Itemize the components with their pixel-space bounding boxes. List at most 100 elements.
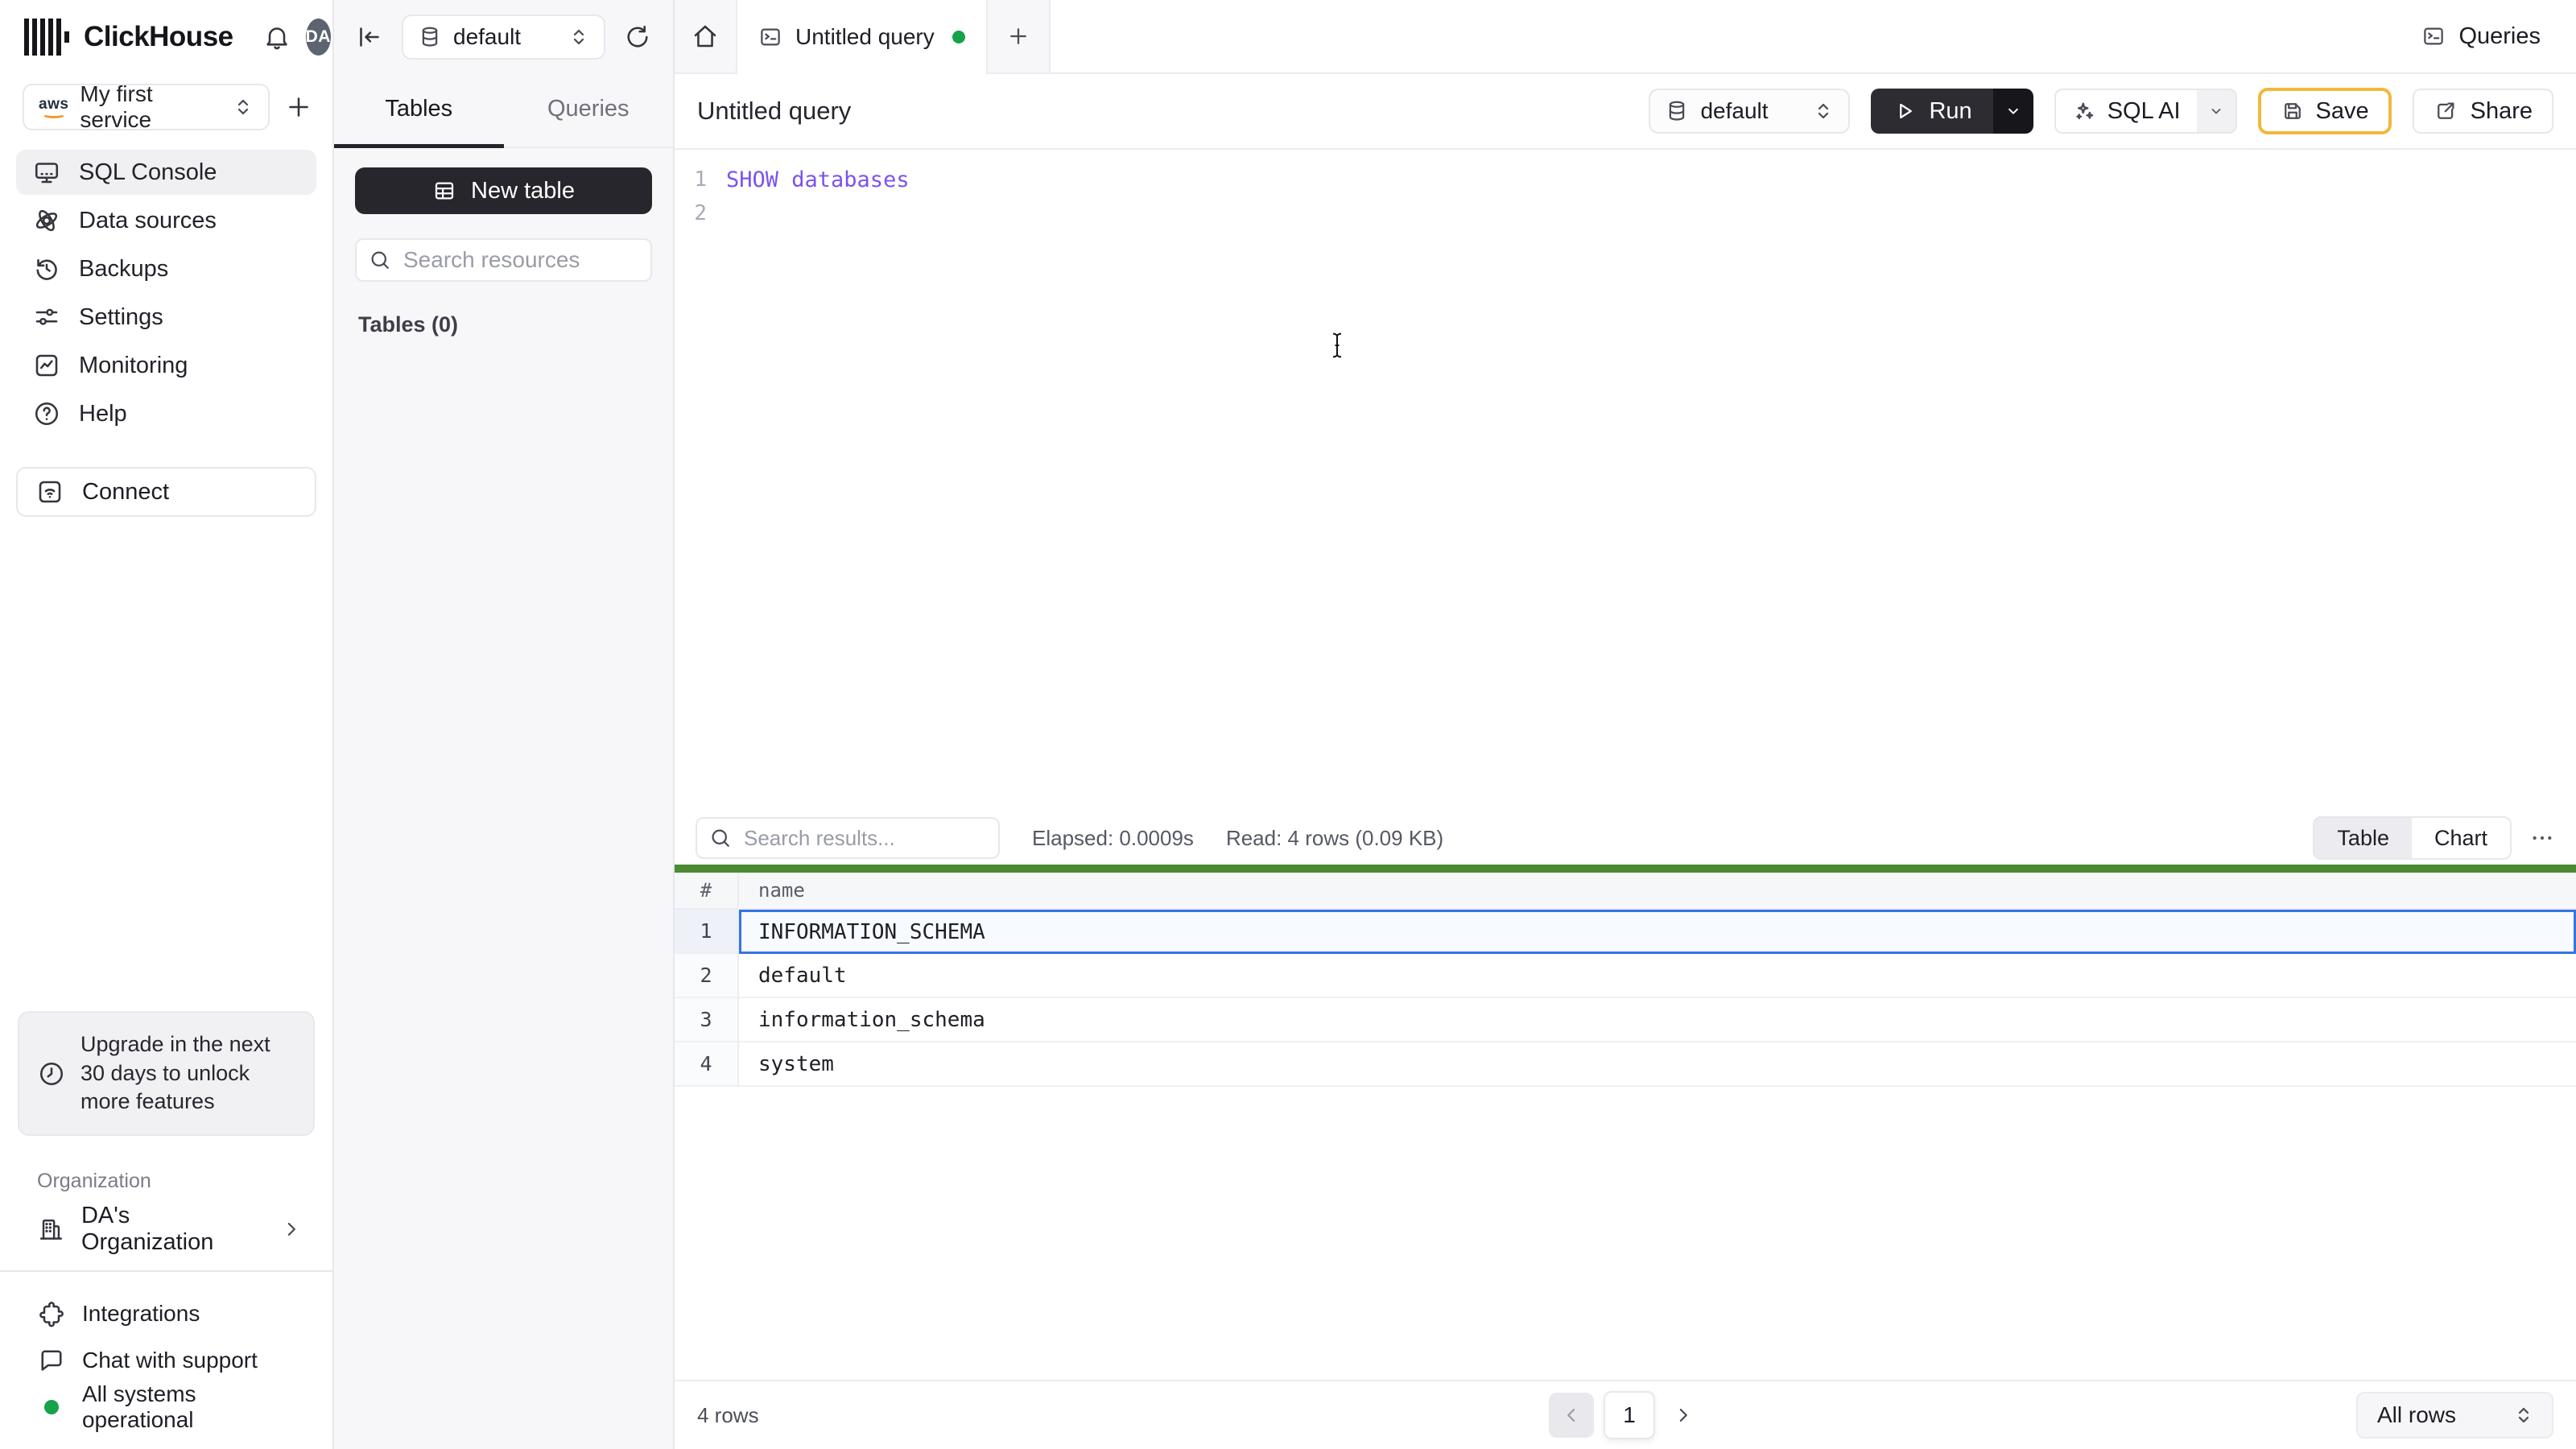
service-name: My first service (80, 81, 153, 132)
add-service-button[interactable] (284, 93, 313, 122)
organization-section-label: Organization (37, 1170, 151, 1192)
collapse-panel-icon[interactable] (355, 23, 384, 52)
read-stat: Read: 4 rows (0.09 KB) (1225, 825, 1444, 850)
terminal-icon (761, 28, 780, 46)
save-button[interactable]: Save (2257, 88, 2392, 134)
chevron-updown-icon (567, 25, 591, 49)
results-table: # name 1 INFORMATION_SCHEMA 2 default 3 … (675, 873, 2576, 1087)
backups-icon (36, 258, 57, 280)
cell-database-name[interactable]: default (739, 954, 2576, 998)
toggle-table[interactable]: Table (2314, 818, 2412, 858)
sidebar-item-settings[interactable]: Settings (16, 295, 316, 340)
integrations-link[interactable]: Integrations (37, 1293, 313, 1335)
sql-editor[interactable]: 1 SHOW databases 2 (675, 150, 2576, 811)
building-icon (39, 1219, 63, 1240)
query-success-bar (675, 865, 2576, 873)
cell-database-name[interactable]: INFORMATION_SCHEMA (739, 910, 2576, 954)
database-name: default (453, 24, 522, 49)
sidebar: ClickHouse DA aws My first service SQL C… (0, 0, 334, 1449)
sidebar-item-monitoring[interactable]: Monitoring (16, 343, 316, 388)
explorer-topbar: default (334, 0, 673, 74)
organization-row[interactable]: DA's Organization (0, 1203, 332, 1255)
unsaved-changes-dot (952, 31, 965, 43)
new-table-button[interactable]: New table (355, 167, 652, 214)
sql-ai-button[interactable]: SQL AI (2056, 90, 2197, 132)
page-size-selector[interactable]: All rows (2356, 1392, 2553, 1439)
upgrade-text: Upgrade in the next 30 days to unlock mo… (80, 1032, 270, 1114)
terminal-icon (2424, 27, 2444, 45)
monitoring-icon (35, 354, 58, 377)
query-database-selector[interactable]: default (1649, 89, 1851, 134)
table-row[interactable]: 1 INFORMATION_SCHEMA (675, 910, 2576, 954)
line-number: 2 (694, 201, 707, 225)
search-results-input[interactable]: Search results... (696, 817, 1000, 859)
new-tab-button[interactable] (988, 0, 1051, 72)
system-status[interactable]: All systems operational (37, 1381, 313, 1432)
name-column-header[interactable]: name (739, 873, 2576, 908)
database-icon (422, 27, 438, 47)
results-panel: Search results... Elapsed: 0.0009s Read:… (675, 811, 2576, 1449)
notifications-bell-icon[interactable] (262, 23, 291, 52)
chevron-right-icon (279, 1217, 303, 1241)
explorer-tabs: Tables Queries (334, 74, 673, 148)
run-options-button[interactable] (1992, 89, 2033, 134)
database-selector[interactable]: default (402, 14, 605, 60)
queries-button[interactable]: Queries (2410, 15, 2552, 58)
next-page-button[interactable] (1665, 1393, 1702, 1438)
sql-code: SHOW databases (726, 167, 910, 192)
query-title[interactable]: Untitled query (697, 97, 851, 126)
connect-icon (39, 481, 61, 503)
search-results-placeholder: Search results... (744, 825, 895, 850)
sidebar-item-sql-console[interactable]: SQL Console (16, 150, 316, 195)
service-selector[interactable]: aws My first service (23, 81, 270, 132)
search-resources-placeholder: Search resources (403, 247, 580, 272)
tab-untitled-query[interactable]: Untitled query (737, 0, 988, 74)
sql-ai-button-group: SQL AI (2054, 89, 2237, 134)
save-icon (2284, 103, 2301, 119)
current-page-button[interactable]: 1 (1604, 1391, 1655, 1439)
query-header: Untitled query default Run SQL AI Save S… (675, 74, 2576, 150)
home-tab-button[interactable] (675, 0, 737, 72)
sidebar-item-help[interactable]: Help (16, 391, 316, 436)
clickhouse-console-app: ClickHouse DA aws My first service SQL C… (0, 0, 2576, 1449)
cell-database-name[interactable]: system (739, 1042, 2576, 1087)
table-row[interactable]: 3 information_schema (675, 998, 2576, 1042)
sidebar-item-data-sources[interactable]: Data sources (16, 198, 316, 243)
sidebar-footer: Integrations Chat with support All syste… (0, 1270, 332, 1449)
play-icon (1900, 103, 1913, 119)
database-icon (1670, 101, 1685, 121)
connect-button[interactable]: Connect (16, 467, 316, 517)
table-row[interactable]: 2 default (675, 954, 2576, 998)
previous-page-button[interactable] (1549, 1393, 1594, 1438)
clock-icon (39, 1062, 64, 1085)
chat-support-link[interactable]: Chat with support (37, 1340, 313, 1381)
elapsed-stat: Elapsed: 0.0009s (1032, 825, 1194, 850)
line-number: 1 (694, 167, 707, 192)
cell-database-name[interactable]: information_schema (739, 998, 2576, 1042)
refresh-icon[interactable] (623, 23, 652, 52)
explorer-panel: default Tables Queries New table Search … (334, 0, 675, 1449)
search-resources-input[interactable]: Search resources (355, 238, 652, 282)
settings-icon (35, 308, 58, 325)
sidebar-item-backups[interactable]: Backups (16, 246, 316, 291)
tab-queries[interactable]: Queries (504, 74, 674, 148)
query-actions: default Run SQL AI Save Share (1649, 88, 2553, 134)
avatar[interactable]: DA (305, 19, 331, 56)
tab-tables[interactable]: Tables (334, 74, 504, 148)
brand-title: ClickHouse (84, 21, 233, 52)
puzzle-icon (39, 1302, 64, 1327)
organization-name: DA's Organization (80, 1203, 214, 1255)
more-options-icon[interactable] (2529, 825, 2555, 851)
upgrade-notice[interactable]: Upgrade in the next 30 days to unlock mo… (18, 1011, 315, 1136)
help-icon (35, 402, 59, 426)
toggle-chart[interactable]: Chart (2411, 818, 2510, 858)
tables-section-label: Tables (0) (358, 312, 459, 336)
sql-ai-options-button[interactable] (2196, 90, 2235, 132)
table-row[interactable]: 4 system (675, 1042, 2576, 1087)
clickhouse-logo (24, 19, 69, 56)
query-tabstrip: Untitled query Queries (675, 0, 2576, 74)
share-icon (2437, 102, 2454, 119)
share-button[interactable]: Share (2412, 89, 2553, 134)
home-icon (694, 25, 716, 47)
run-button[interactable]: Run (1871, 89, 1993, 134)
